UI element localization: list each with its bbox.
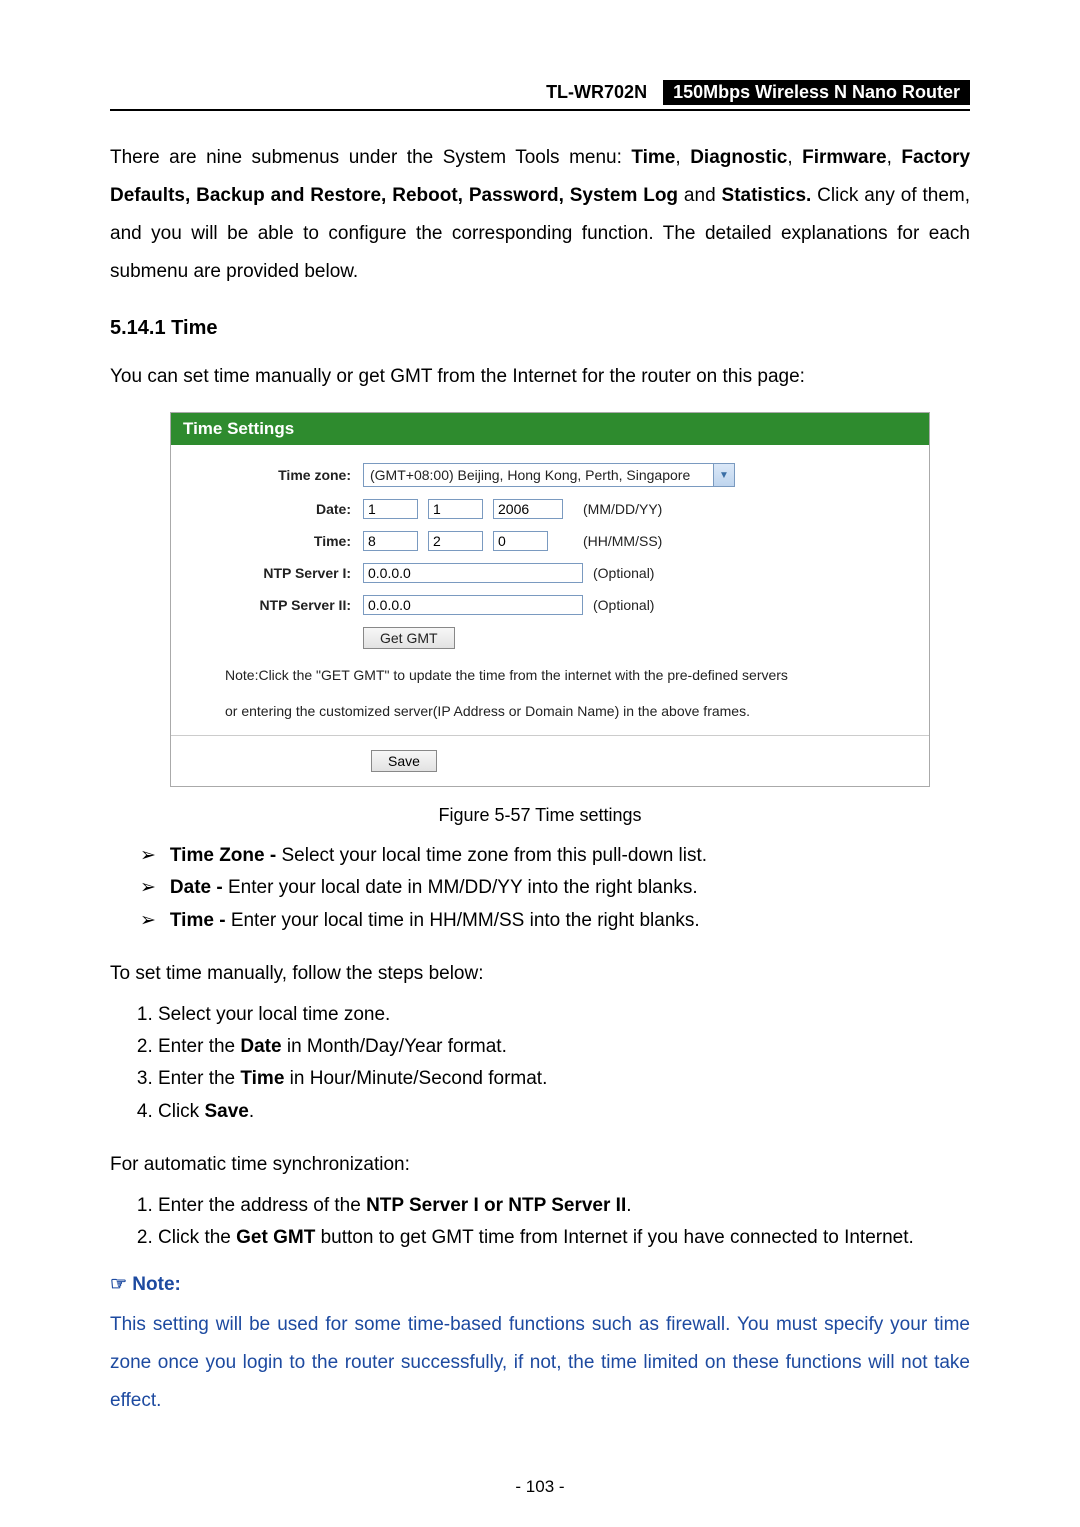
manual-steps-intro: To set time manually, follow the steps b… — [110, 955, 970, 993]
list-item: Date - Enter your local date in MM/DD/YY… — [140, 872, 970, 904]
auto-steps-intro: For automatic time synchronization: — [110, 1146, 970, 1184]
panel-title: Time Settings — [171, 413, 929, 445]
date-year-input[interactable] — [493, 499, 563, 519]
label-time: Time: — [191, 533, 363, 549]
manual-steps-list: Select your local time zone. Enter the D… — [110, 999, 970, 1128]
figure-caption: Figure 5-57 Time settings — [110, 805, 970, 826]
section-heading-time: 5.14.1 Time — [110, 317, 970, 340]
list-item: Enter the address of the NTP Server I or… — [158, 1190, 970, 1222]
model-description: 150Mbps Wireless N Nano Router — [663, 80, 970, 105]
note-body: This setting will be used for some time-… — [110, 1306, 970, 1420]
timezone-select[interactable]: (GMT+08:00) Beijing, Hong Kong, Perth, S… — [363, 463, 735, 487]
auto-steps-list: Enter the address of the NTP Server I or… — [110, 1190, 970, 1255]
date-day-input[interactable] — [428, 499, 483, 519]
chevron-down-icon: ▼ — [713, 464, 734, 486]
field-description-list: Time Zone - Select your local time zone … — [110, 840, 970, 937]
list-item: Click the Get GMT button to get GMT time… — [158, 1222, 970, 1254]
list-item: Select your local time zone. — [158, 999, 970, 1031]
ntp2-optional: (Optional) — [593, 597, 654, 613]
page-number: - 103 - — [0, 1477, 1080, 1497]
section-lead: You can set time manually or get GMT fro… — [110, 358, 970, 396]
label-date: Date: — [191, 501, 363, 517]
doc-header: TL-WR702N150Mbps Wireless N Nano Router — [110, 80, 970, 111]
model-number: TL-WR702N — [536, 80, 657, 105]
time-settings-panel: Time Settings Time zone: (GMT+08:00) Bei… — [170, 412, 930, 787]
panel-note-line1: Note:Click the "GET GMT" to update the t… — [225, 661, 909, 689]
panel-note-line2: or entering the customized server(IP Add… — [225, 697, 909, 725]
label-timezone: Time zone: — [191, 467, 363, 483]
list-item: Click Save. — [158, 1096, 970, 1128]
date-month-input[interactable] — [363, 499, 418, 519]
note-heading: ☞ Note: — [110, 1273, 970, 1296]
label-ntp1: NTP Server I: — [191, 565, 363, 581]
ntp-server-1-input[interactable] — [363, 563, 583, 583]
time-minute-input[interactable] — [428, 531, 483, 551]
save-button[interactable]: Save — [371, 750, 437, 772]
list-item: Enter the Time in Hour/Minute/Second for… — [158, 1063, 970, 1095]
intro-paragraph: There are nine submenus under the System… — [110, 139, 970, 291]
date-format-hint: (MM/DD/YY) — [583, 501, 662, 517]
timezone-value: (GMT+08:00) Beijing, Hong Kong, Perth, S… — [364, 467, 696, 483]
ntp1-optional: (Optional) — [593, 565, 654, 581]
list-item: Time - Enter your local time in HH/MM/SS… — [140, 905, 970, 937]
ntp-server-2-input[interactable] — [363, 595, 583, 615]
time-format-hint: (HH/MM/SS) — [583, 533, 662, 549]
label-ntp2: NTP Server II: — [191, 597, 363, 613]
get-gmt-button[interactable]: Get GMT — [363, 627, 455, 649]
time-second-input[interactable] — [493, 531, 548, 551]
time-hour-input[interactable] — [363, 531, 418, 551]
list-item: Enter the Date in Month/Day/Year format. — [158, 1031, 970, 1063]
list-item: Time Zone - Select your local time zone … — [140, 840, 970, 872]
